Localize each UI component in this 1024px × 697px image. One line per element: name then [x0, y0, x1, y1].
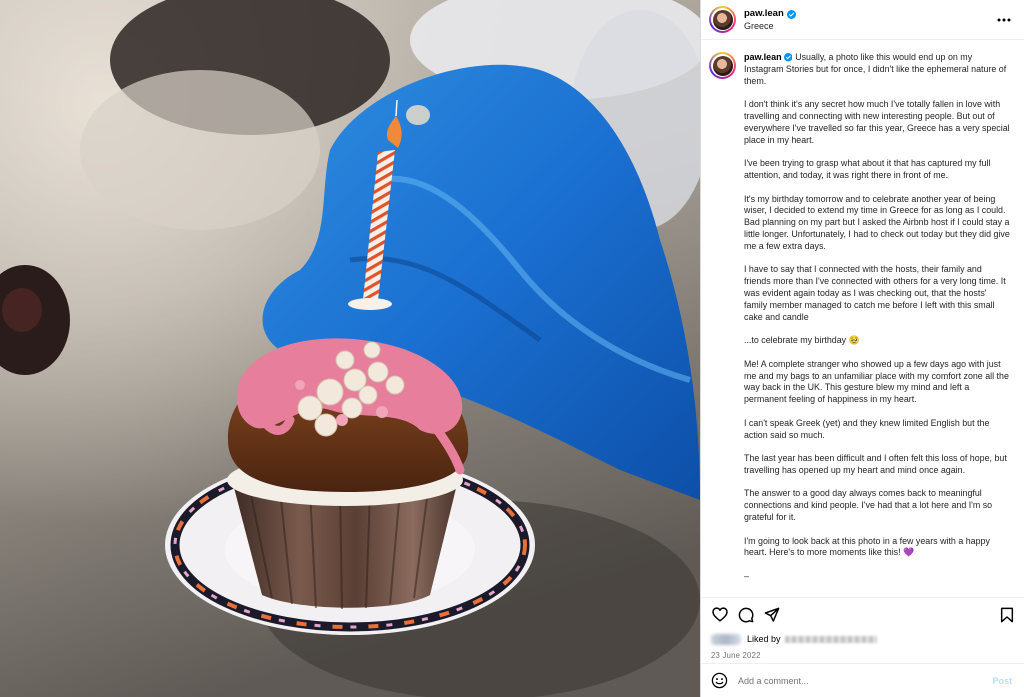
- caption-avatar[interactable]: [709, 52, 736, 79]
- likes-row: Liked by: [701, 631, 1024, 647]
- caption-paragraph: It's my birthday tomorrow and to celebra…: [744, 193, 1010, 251]
- instagram-post-view: paw.lean Greece paw.lean Usually, a photo…: [0, 0, 1024, 697]
- liked-by-label: Liked by: [747, 634, 781, 644]
- comment-bubble-icon[interactable]: [737, 606, 755, 624]
- caption-paragraph: ...to celebrate my birthday 🥹: [744, 335, 860, 346]
- verified-badge-icon: [786, 9, 796, 19]
- liker-name-blurred[interactable]: [784, 635, 877, 643]
- username-text[interactable]: paw.lean: [744, 8, 784, 20]
- caption-paragraph: The answer to a good day always comes ba…: [744, 488, 993, 523]
- heart-icon[interactable]: [711, 606, 729, 624]
- more-horizontal-icon[interactable]: [994, 10, 1014, 30]
- post-side-panel: paw.lean Greece paw.lean Usually, a photo…: [700, 0, 1024, 697]
- caption-paragraph: I'm going to look back at this photo in …: [744, 535, 990, 558]
- post-actions-bar: [701, 597, 1024, 631]
- caption-paragraph: Me! A complete stranger who showed up a …: [744, 358, 1009, 405]
- username-link[interactable]: paw.lean: [744, 8, 796, 20]
- post-comment-button[interactable]: Post: [992, 676, 1012, 686]
- cupcake-photo: [0, 0, 700, 697]
- avatar[interactable]: [709, 6, 736, 33]
- post-header: paw.lean Greece: [701, 0, 1024, 40]
- caption-paragraph: paw.lean Usually, a photo like this would…: [744, 52, 1010, 87]
- paper-plane-icon[interactable]: [763, 606, 781, 624]
- post-photo[interactable]: [0, 0, 700, 697]
- caption-paragraph: I have to say that I connected with the …: [744, 264, 1006, 322]
- caption-paragraph: The last year has been difficult and I o…: [744, 453, 1007, 475]
- caption-paragraph: I can't speak Greek (yet) and they knew …: [744, 417, 990, 440]
- caption-paragraph: I don't think it's any secret how much I…: [744, 99, 1010, 145]
- caption-paragraph: I've been trying to grasp what about it …: [744, 158, 991, 180]
- emoji-smiley-icon[interactable]: [711, 672, 728, 689]
- verified-badge-icon: [783, 53, 793, 62]
- location-link[interactable]: Greece: [744, 20, 994, 32]
- liker-avatars-blurred[interactable]: [711, 633, 741, 645]
- post-date[interactable]: 23 June 2022: [701, 647, 1024, 663]
- caption-section: paw.lean Usually, a photo like this would…: [701, 40, 1024, 597]
- caption-text: paw.lean Usually, a photo like this would…: [744, 52, 1010, 597]
- caption-paragraph: –: [744, 571, 749, 582]
- comment-input[interactable]: [738, 675, 993, 686]
- add-comment-bar: Post: [701, 663, 1024, 697]
- caption-username[interactable]: paw.lean: [744, 52, 782, 62]
- bookmark-icon[interactable]: [998, 606, 1016, 624]
